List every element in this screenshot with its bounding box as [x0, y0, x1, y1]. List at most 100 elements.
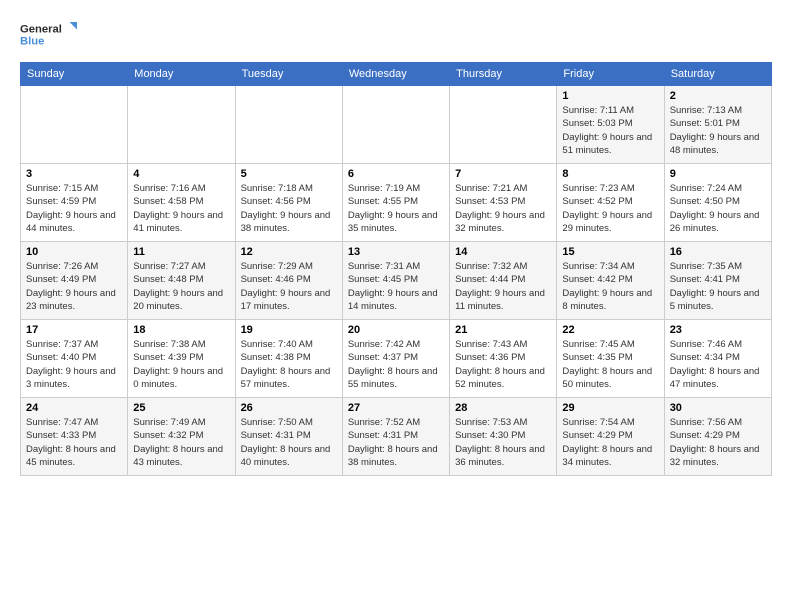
- calendar-week-3: 10Sunrise: 7:26 AM Sunset: 4:49 PM Dayli…: [21, 242, 772, 320]
- day-number: 19: [241, 324, 337, 336]
- day-info: Sunrise: 7:27 AM Sunset: 4:48 PM Dayligh…: [133, 260, 229, 313]
- day-number: 2: [670, 90, 766, 102]
- calendar-cell: 20 Sunrise: 7:42 AM Sunset: 4:37 PM Dayli…: [342, 320, 449, 398]
- day-info: Sunrise: 7:13 AM Sunset: 5:01 PM Dayligh…: [670, 104, 766, 157]
- calendar-cell: 14Sunrise: 7:32 AM Sunset: 4:44 PM Dayli…: [450, 242, 557, 320]
- day-number: 18: [133, 324, 229, 336]
- calendar-week-1: 1 Sunrise: 7:11 AM Sunset: 5:03 PM Daylig…: [21, 86, 772, 164]
- day-number: 9: [670, 168, 766, 180]
- day-number: 12: [241, 246, 337, 258]
- day-info: Sunrise: 7:46 AM Sunset: 4:34 PM Dayligh…: [670, 338, 766, 391]
- day-number: 27: [348, 402, 444, 414]
- calendar-cell: 25 Sunrise: 7:49 AM Sunset: 4:32 PM Dayli…: [128, 398, 235, 476]
- day-info: Sunrise: 7:49 AM Sunset: 4:32 PM Dayligh…: [133, 416, 229, 469]
- calendar-table: SundayMondayTuesdayWednesdayThursdayFrid…: [20, 62, 772, 476]
- calendar-cell: 30Sunrise: 7:56 AM Sunset: 4:29 PM Dayli…: [664, 398, 771, 476]
- calendar-cell: 26 Sunrise: 7:50 AM Sunset: 4:31 PM Dayli…: [235, 398, 342, 476]
- svg-text:General: General: [20, 24, 62, 36]
- day-number: 17: [26, 324, 122, 336]
- calendar-cell: 13 Sunrise: 7:31 AM Sunset: 4:45 PM Dayli…: [342, 242, 449, 320]
- day-header-thursday: Thursday: [450, 63, 557, 86]
- day-info: Sunrise: 7:40 AM Sunset: 4:38 PM Dayligh…: [241, 338, 337, 391]
- calendar-cell: 7 Sunrise: 7:21 AM Sunset: 4:53 PM Daylig…: [450, 164, 557, 242]
- day-number: 11: [133, 246, 229, 258]
- calendar-cell: 6 Sunrise: 7:19 AM Sunset: 4:55 PM Daylig…: [342, 164, 449, 242]
- calendar-cell: 18 Sunrise: 7:38 AM Sunset: 4:39 PM Dayli…: [128, 320, 235, 398]
- day-number: 13: [348, 246, 444, 258]
- day-number: 29: [562, 402, 658, 414]
- calendar-cell: [21, 86, 128, 164]
- calendar-cell: 15 Sunrise: 7:34 AM Sunset: 4:42 PM Dayli…: [557, 242, 664, 320]
- day-header-friday: Friday: [557, 63, 664, 86]
- calendar-cell: 12 Sunrise: 7:29 AM Sunset: 4:46 PM Dayli…: [235, 242, 342, 320]
- calendar-cell: 17 Sunrise: 7:37 AM Sunset: 4:40 PM Dayli…: [21, 320, 128, 398]
- day-number: 23: [670, 324, 766, 336]
- calendar-cell: 16Sunrise: 7:35 AM Sunset: 4:41 PM Dayli…: [664, 242, 771, 320]
- logo-svg: General Blue: [20, 16, 80, 52]
- day-number: 24: [26, 402, 122, 414]
- day-number: 21: [455, 324, 551, 336]
- day-number: 3: [26, 168, 122, 180]
- logo: General Blue: [20, 16, 80, 52]
- day-info: Sunrise: 7:21 AM Sunset: 4:53 PM Dayligh…: [455, 182, 551, 235]
- calendar-cell: 19 Sunrise: 7:40 AM Sunset: 4:38 PM Dayli…: [235, 320, 342, 398]
- day-info: Sunrise: 7:38 AM Sunset: 4:39 PM Dayligh…: [133, 338, 229, 391]
- day-info: Sunrise: 7:50 AM Sunset: 4:31 PM Dayligh…: [241, 416, 337, 469]
- calendar-cell: [128, 86, 235, 164]
- calendar-cell: 10Sunrise: 7:26 AM Sunset: 4:49 PM Dayli…: [21, 242, 128, 320]
- day-number: 1: [562, 90, 658, 102]
- day-info: Sunrise: 7:26 AM Sunset: 4:49 PM Dayligh…: [26, 260, 122, 313]
- day-header-saturday: Saturday: [664, 63, 771, 86]
- calendar-cell: 4Sunrise: 7:16 AM Sunset: 4:58 PM Daylig…: [128, 164, 235, 242]
- day-info: Sunrise: 7:15 AM Sunset: 4:59 PM Dayligh…: [26, 182, 122, 235]
- day-info: Sunrise: 7:54 AM Sunset: 4:29 PM Dayligh…: [562, 416, 658, 469]
- day-info: Sunrise: 7:52 AM Sunset: 4:31 PM Dayligh…: [348, 416, 444, 469]
- calendar-cell: 3 Sunrise: 7:15 AM Sunset: 4:59 PM Daylig…: [21, 164, 128, 242]
- calendar-cell: 9Sunrise: 7:24 AM Sunset: 4:50 PM Daylig…: [664, 164, 771, 242]
- day-number: 15: [562, 246, 658, 258]
- day-info: Sunrise: 7:43 AM Sunset: 4:36 PM Dayligh…: [455, 338, 551, 391]
- calendar-body: 1 Sunrise: 7:11 AM Sunset: 5:03 PM Daylig…: [21, 86, 772, 476]
- day-number: 8: [562, 168, 658, 180]
- calendar-cell: 28 Sunrise: 7:53 AM Sunset: 4:30 PM Dayli…: [450, 398, 557, 476]
- calendar-cell: 8Sunrise: 7:23 AM Sunset: 4:52 PM Daylig…: [557, 164, 664, 242]
- calendar-cell: 23 Sunrise: 7:46 AM Sunset: 4:34 PM Dayli…: [664, 320, 771, 398]
- calendar-cell: 21 Sunrise: 7:43 AM Sunset: 4:36 PM Dayli…: [450, 320, 557, 398]
- day-info: Sunrise: 7:42 AM Sunset: 4:37 PM Dayligh…: [348, 338, 444, 391]
- calendar-cell: 29 Sunrise: 7:54 AM Sunset: 4:29 PM Dayli…: [557, 398, 664, 476]
- calendar-cell: [235, 86, 342, 164]
- day-number: 20: [348, 324, 444, 336]
- day-info: Sunrise: 7:11 AM Sunset: 5:03 PM Dayligh…: [562, 104, 658, 157]
- calendar-cell: 27 Sunrise: 7:52 AM Sunset: 4:31 PM Dayli…: [342, 398, 449, 476]
- calendar-week-5: 24Sunrise: 7:47 AM Sunset: 4:33 PM Dayli…: [21, 398, 772, 476]
- day-header-monday: Monday: [128, 63, 235, 86]
- calendar-cell: [342, 86, 449, 164]
- day-info: Sunrise: 7:56 AM Sunset: 4:29 PM Dayligh…: [670, 416, 766, 469]
- day-info: Sunrise: 7:45 AM Sunset: 4:35 PM Dayligh…: [562, 338, 658, 391]
- day-info: Sunrise: 7:31 AM Sunset: 4:45 PM Dayligh…: [348, 260, 444, 313]
- day-info: Sunrise: 7:29 AM Sunset: 4:46 PM Dayligh…: [241, 260, 337, 313]
- day-info: Sunrise: 7:16 AM Sunset: 4:58 PM Dayligh…: [133, 182, 229, 235]
- day-number: 7: [455, 168, 551, 180]
- day-header-sunday: Sunday: [21, 63, 128, 86]
- svg-text:Blue: Blue: [20, 36, 44, 48]
- day-header-wednesday: Wednesday: [342, 63, 449, 86]
- day-info: Sunrise: 7:19 AM Sunset: 4:55 PM Dayligh…: [348, 182, 444, 235]
- calendar-cell: 24Sunrise: 7:47 AM Sunset: 4:33 PM Dayli…: [21, 398, 128, 476]
- calendar-cell: 2 Sunrise: 7:13 AM Sunset: 5:01 PM Daylig…: [664, 86, 771, 164]
- calendar-cell: 22Sunrise: 7:45 AM Sunset: 4:35 PM Dayli…: [557, 320, 664, 398]
- day-number: 26: [241, 402, 337, 414]
- day-number: 25: [133, 402, 229, 414]
- calendar-cell: 11 Sunrise: 7:27 AM Sunset: 4:48 PM Dayli…: [128, 242, 235, 320]
- day-number: 28: [455, 402, 551, 414]
- day-info: Sunrise: 7:34 AM Sunset: 4:42 PM Dayligh…: [562, 260, 658, 313]
- calendar-week-4: 17 Sunrise: 7:37 AM Sunset: 4:40 PM Dayli…: [21, 320, 772, 398]
- day-number: 16: [670, 246, 766, 258]
- day-info: Sunrise: 7:53 AM Sunset: 4:30 PM Dayligh…: [455, 416, 551, 469]
- day-info: Sunrise: 7:18 AM Sunset: 4:56 PM Dayligh…: [241, 182, 337, 235]
- day-info: Sunrise: 7:37 AM Sunset: 4:40 PM Dayligh…: [26, 338, 122, 391]
- day-number: 6: [348, 168, 444, 180]
- page-header: General Blue: [20, 16, 772, 52]
- calendar-week-2: 3 Sunrise: 7:15 AM Sunset: 4:59 PM Daylig…: [21, 164, 772, 242]
- day-number: 5: [241, 168, 337, 180]
